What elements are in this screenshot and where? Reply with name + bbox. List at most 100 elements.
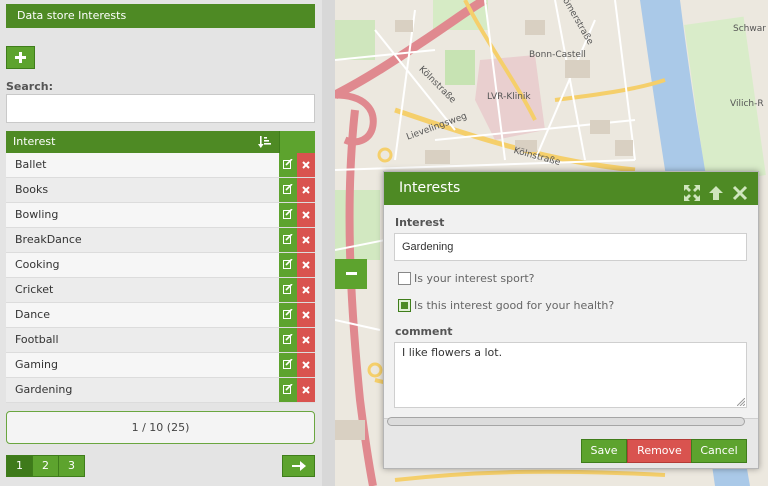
collapse-panel-button[interactable]: [335, 259, 367, 289]
page-button-1[interactable]: 1: [6, 455, 33, 477]
delete-button[interactable]: [297, 178, 315, 202]
arrow-right-icon: [291, 461, 306, 471]
edit-button[interactable]: [279, 353, 297, 377]
sport-checkbox-row[interactable]: Is your interest sport?: [398, 272, 535, 285]
edit-button[interactable]: [279, 253, 297, 277]
plus-icon: [15, 52, 26, 63]
delete-button[interactable]: [297, 278, 315, 302]
edit-button[interactable]: [279, 328, 297, 352]
map-label-bonn-castell: Bonn-Castell: [529, 50, 586, 60]
table-row[interactable]: Bowling: [6, 203, 315, 228]
resize-grip-icon[interactable]: [737, 398, 745, 406]
map-label-schwarz: Schwar: [733, 24, 766, 34]
panel-title: Data store Interests: [6, 4, 315, 28]
next-page-button[interactable]: [282, 455, 315, 477]
table-row[interactable]: Cricket: [6, 278, 315, 303]
cancel-button[interactable]: Cancel: [691, 439, 747, 463]
minus-icon: [345, 272, 357, 275]
delete-icon: [302, 236, 310, 244]
health-checkbox[interactable]: [398, 299, 411, 312]
interest-cell: Football: [15, 333, 59, 346]
maximize-icon[interactable]: [684, 181, 700, 201]
table-row[interactable]: BreakDance: [6, 228, 315, 253]
interest-cell: Ballet: [15, 158, 47, 171]
delete-button[interactable]: [297, 303, 315, 327]
delete-icon: [302, 311, 310, 319]
interest-cell: Gardening: [15, 383, 73, 396]
table-row[interactable]: Football: [6, 328, 315, 353]
dialog-body: Interest Is your interest sport? Is this…: [384, 205, 758, 419]
delete-button[interactable]: [297, 328, 315, 352]
save-button[interactable]: Save: [581, 439, 627, 463]
edit-icon: [283, 334, 293, 344]
delete-icon: [302, 386, 310, 394]
interest-input[interactable]: [394, 233, 747, 261]
delete-icon: [302, 336, 310, 344]
add-button[interactable]: [6, 46, 35, 69]
delete-button[interactable]: [297, 253, 315, 277]
header-action-column: [279, 131, 315, 153]
delete-icon: [302, 186, 310, 194]
grid-header: Interest: [6, 131, 315, 153]
edit-button[interactable]: [279, 228, 297, 252]
delete-button[interactable]: [297, 228, 315, 252]
edit-button[interactable]: [279, 203, 297, 227]
delete-button[interactable]: [297, 153, 315, 177]
interest-cell: Dance: [15, 308, 50, 321]
remove-button[interactable]: Remove: [627, 439, 692, 463]
interest-cell: Bowling: [15, 208, 59, 221]
delete-button[interactable]: [297, 378, 315, 402]
interest-cell: Books: [15, 183, 49, 196]
edit-icon: [283, 159, 293, 169]
table-row[interactable]: Gaming: [6, 353, 315, 378]
edit-button[interactable]: [279, 303, 297, 327]
table-row[interactable]: Cooking: [6, 253, 315, 278]
map-label-lvr-klinik: LVR-Klinik: [487, 92, 531, 102]
interest-cell: BreakDance: [15, 233, 82, 246]
arrow-up-icon[interactable]: [708, 181, 724, 200]
delete-icon: [302, 161, 310, 169]
delete-button[interactable]: [297, 203, 315, 227]
search-input[interactable]: [6, 94, 315, 123]
delete-button[interactable]: [297, 353, 315, 377]
sport-checkbox-label: Is your interest sport?: [414, 272, 535, 285]
pager-info: 1 / 10 (25): [6, 411, 315, 444]
edit-button[interactable]: [279, 278, 297, 302]
table-row[interactable]: Gardening: [6, 378, 315, 403]
dialog-title: Interests: [399, 180, 461, 196]
delete-icon: [302, 286, 310, 294]
table-row[interactable]: Books: [6, 178, 315, 203]
page-button-3[interactable]: 3: [58, 455, 85, 477]
comment-label: comment: [395, 325, 453, 338]
edit-button[interactable]: [279, 178, 297, 202]
comment-textarea[interactable]: I like flowers a lot.: [394, 342, 747, 408]
sort-ascending-icon[interactable]: [258, 135, 272, 149]
left-panel: Data store Interests Search: Interest Ba…: [0, 0, 322, 486]
delete-icon: [302, 361, 310, 369]
search-label: Search:: [6, 80, 53, 93]
delete-icon: [302, 261, 310, 269]
health-checkbox-row[interactable]: Is this interest good for your health?: [398, 299, 614, 312]
map-label-vilich: Vilich-R: [730, 99, 764, 109]
horizontal-scrollbar[interactable]: [387, 417, 745, 426]
edit-icon: [283, 284, 293, 294]
table-row[interactable]: Ballet: [6, 153, 315, 178]
edit-button[interactable]: [279, 153, 297, 177]
table-row[interactable]: Dance: [6, 303, 315, 328]
dialog-header[interactable]: Interests: [384, 172, 758, 205]
edit-icon: [283, 184, 293, 194]
edit-icon: [283, 384, 293, 394]
interests-grid: Interest Ballet Books Bowling BreakDance Coo…: [6, 131, 315, 403]
interest-cell: Cricket: [15, 283, 54, 296]
close-icon[interactable]: [732, 181, 748, 201]
edit-icon: [283, 359, 293, 369]
grid-body: Ballet Books Bowling BreakDance Cooking Crick…: [6, 153, 315, 403]
column-header-interest[interactable]: Interest: [13, 135, 55, 148]
interests-dialog: Interests Interest Gardening Is your int…: [383, 171, 759, 469]
sport-checkbox[interactable]: [398, 272, 411, 285]
edit-button[interactable]: [279, 378, 297, 402]
edit-icon: [283, 309, 293, 319]
delete-icon: [302, 211, 310, 219]
edit-icon: [283, 209, 293, 219]
page-button-2[interactable]: 2: [32, 455, 59, 477]
